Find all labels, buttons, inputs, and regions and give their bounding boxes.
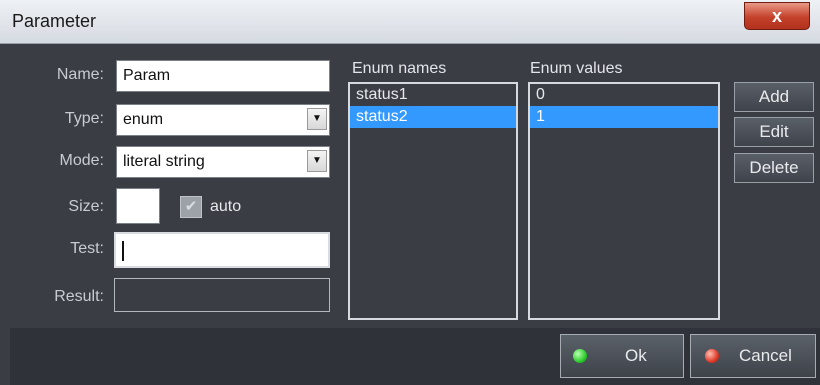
edit-button[interactable]: Edit: [734, 117, 814, 147]
test-input[interactable]: [114, 232, 330, 268]
enum-names-label: Enum names: [352, 60, 447, 77]
chevron-down-icon[interactable]: ▼: [307, 108, 327, 130]
enum-values-list[interactable]: 0 1: [528, 82, 720, 320]
list-item[interactable]: status2: [350, 106, 516, 128]
parameter-dialog: Parameter x Name: Param Type: enum ▼ Mod…: [0, 0, 820, 385]
add-button[interactable]: Add: [734, 82, 814, 112]
cancel-label: Cancel: [739, 346, 792, 365]
chevron-down-icon[interactable]: ▼: [307, 150, 327, 172]
ok-label: Ok: [625, 346, 647, 365]
text-cursor: [122, 240, 124, 261]
list-item[interactable]: 1: [530, 106, 718, 128]
name-input[interactable]: Param: [116, 60, 330, 92]
close-button[interactable]: x: [744, 2, 810, 30]
type-label: Type:: [64, 110, 104, 127]
result-field: [114, 278, 330, 312]
list-item[interactable]: status1: [350, 84, 516, 106]
window-title: Parameter: [12, 11, 97, 31]
mode-value: literal string: [123, 153, 205, 170]
cancel-button[interactable]: Cancel: [690, 334, 816, 378]
size-label: Size:: [68, 198, 104, 215]
title-bar[interactable]: Parameter x: [0, 0, 820, 44]
mode-select[interactable]: literal string ▼: [116, 146, 330, 178]
type-select[interactable]: enum ▼: [116, 104, 330, 136]
delete-button[interactable]: Delete: [734, 153, 814, 183]
size-input[interactable]: [116, 188, 160, 224]
auto-label: auto: [210, 198, 242, 215]
check-icon: ✔: [184, 198, 198, 215]
red-led-icon: [705, 349, 719, 363]
mode-label: Mode:: [59, 152, 104, 169]
name-label: Name:: [56, 66, 104, 83]
result-label: Result:: [54, 288, 104, 305]
green-led-icon: [573, 349, 587, 363]
enum-values-label: Enum values: [530, 60, 623, 77]
type-value: enum: [123, 111, 164, 128]
test-label: Test:: [70, 240, 104, 257]
auto-checkbox[interactable]: ✔: [180, 196, 202, 218]
enum-names-list[interactable]: status1 status2: [348, 82, 518, 320]
ok-button[interactable]: Ok: [560, 334, 684, 378]
list-item[interactable]: 0: [530, 84, 718, 106]
